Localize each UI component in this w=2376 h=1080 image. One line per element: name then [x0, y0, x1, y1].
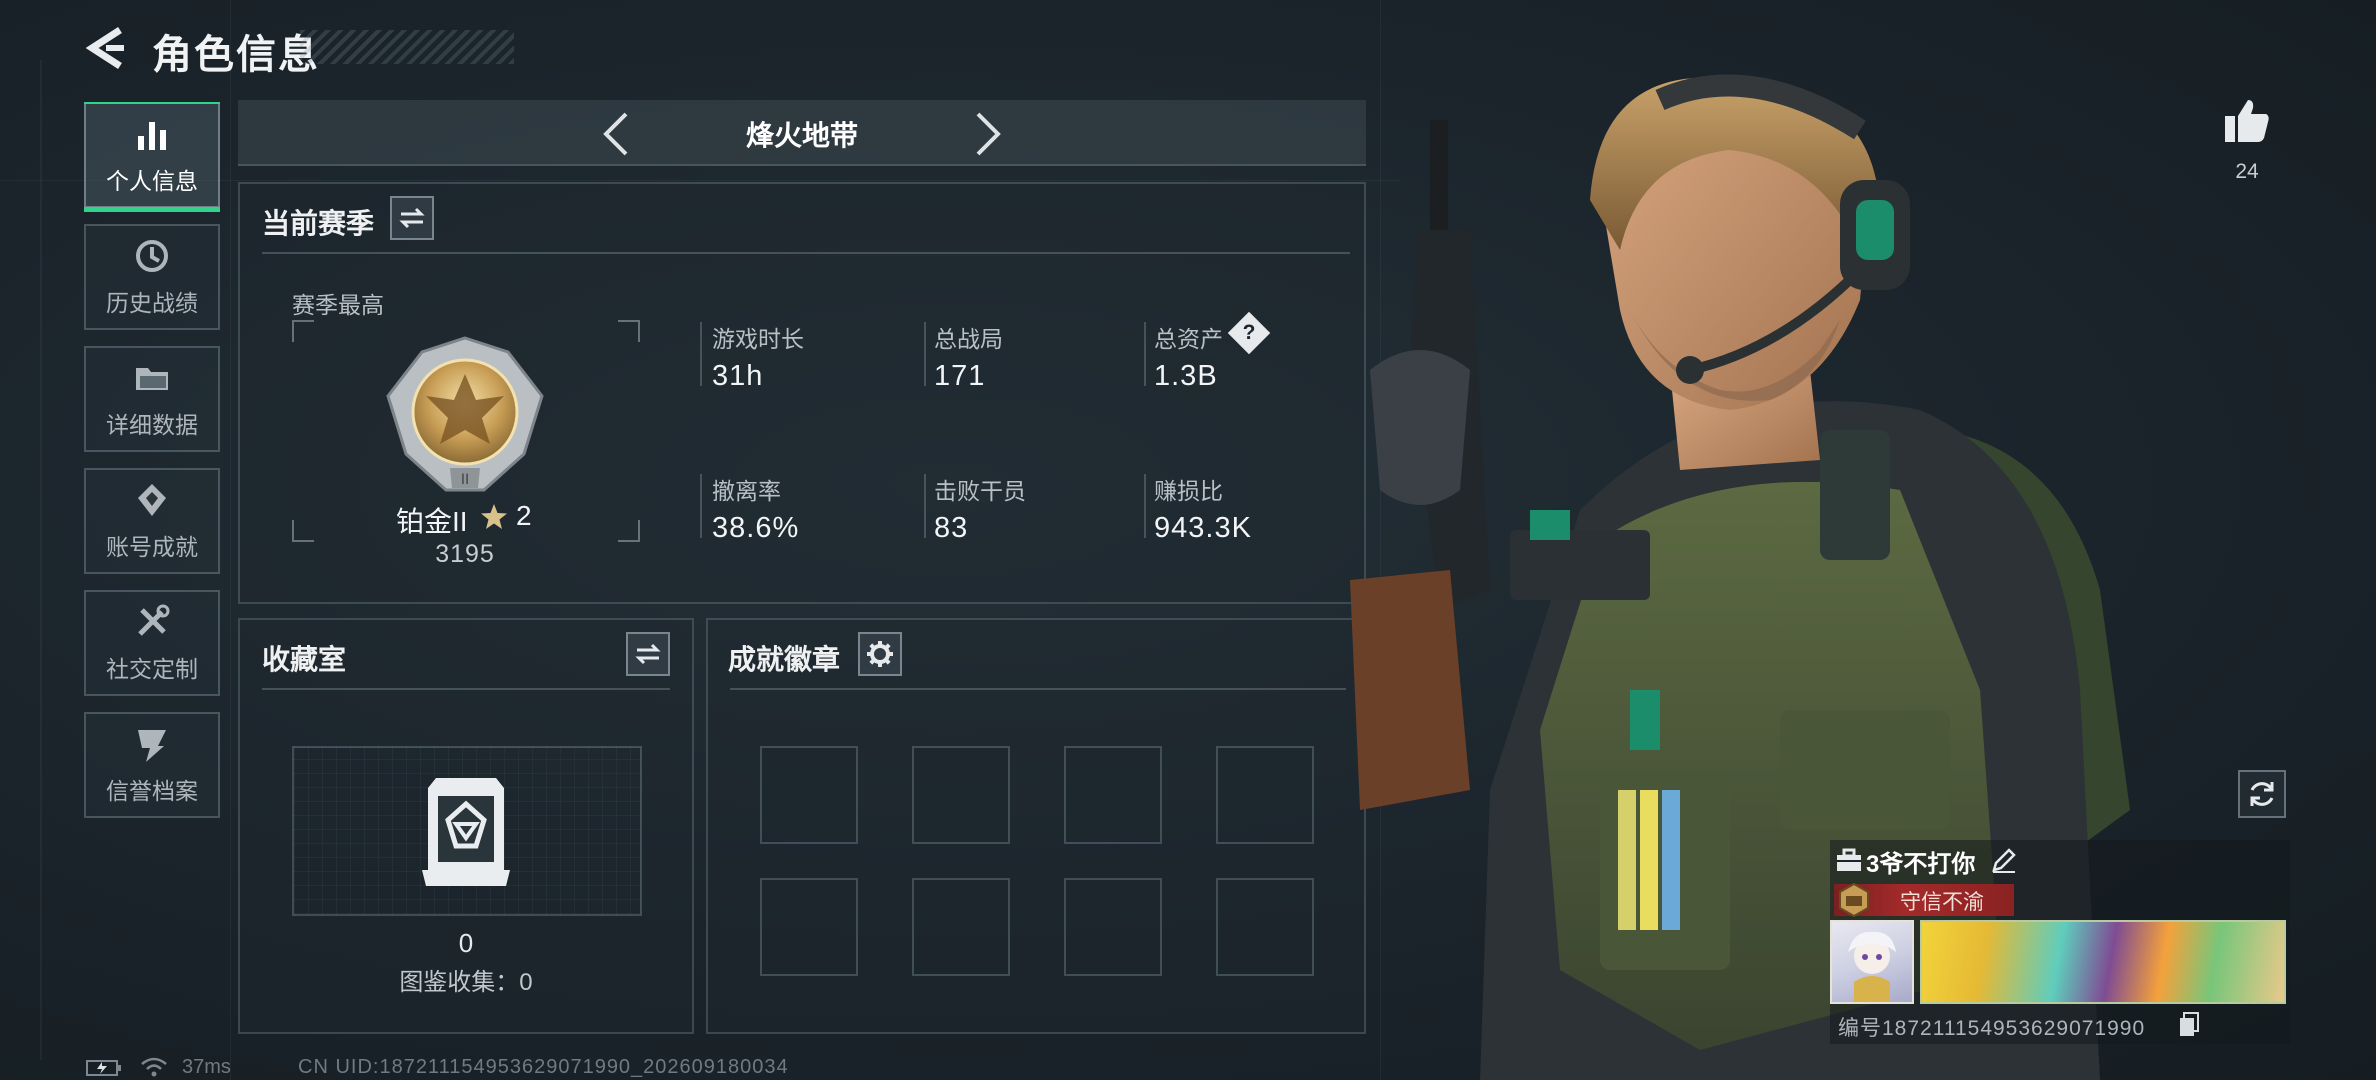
sidebar-item-history[interactable]: 历史战绩 — [84, 224, 220, 330]
season-heading: 当前赛季 — [262, 208, 375, 239]
swap-icon — [635, 643, 661, 665]
stat-divider — [1144, 322, 1146, 386]
badges-heading: 成就徽章 — [728, 644, 841, 675]
sidebar-item-label: 账号成就 — [106, 534, 198, 560]
chevron-right-icon[interactable] — [972, 110, 1006, 158]
collection-count: 0 — [458, 928, 474, 958]
season-switch-button[interactable] — [390, 196, 434, 240]
stat-value: 171 — [934, 360, 986, 392]
stat-label: 总资产 — [1154, 326, 1223, 352]
stat-label: 撤离率 — [712, 478, 781, 504]
rank-name: 铂金II — [396, 506, 468, 537]
stat-divider — [700, 322, 702, 386]
back-arrow-icon[interactable] — [86, 26, 126, 70]
sidebar-item-label: 历史战绩 — [106, 290, 198, 316]
ping-text: 37ms — [182, 1056, 231, 1078]
frame-corner — [618, 520, 640, 542]
star-icon — [481, 504, 507, 529]
stat-divider — [924, 322, 926, 386]
badge-slot[interactable] — [912, 878, 1010, 976]
rank-emblem-icon: II — [386, 336, 544, 492]
like-count: 24 — [2235, 160, 2259, 183]
copy-icon[interactable] — [2178, 1012, 2200, 1038]
stat-value: 31h — [712, 360, 764, 392]
player-name: 3爷不打你 — [1866, 851, 1976, 878]
honor-title-text: 守信不渝 — [1900, 891, 1984, 914]
help-icon-label: ? — [1242, 321, 1256, 344]
frame-corner — [292, 520, 314, 542]
sidebar-item-label: 社交定制 — [106, 656, 198, 682]
stat-label: 总战局 — [934, 326, 1003, 352]
honor-emblem-icon — [1839, 882, 1869, 918]
refresh-icon — [2250, 782, 2274, 806]
badge-slot[interactable] — [912, 746, 1010, 844]
edit-pencil-icon[interactable] — [1990, 846, 2018, 874]
history-clock-icon — [136, 240, 168, 272]
folder-icon — [136, 368, 168, 390]
stat-value: 83 — [934, 512, 969, 544]
collection-heading: 收藏室 — [262, 644, 347, 675]
badge-slot[interactable] — [1064, 746, 1162, 844]
avatar-character-icon — [1848, 931, 1896, 1002]
badge-slot[interactable] — [760, 878, 858, 976]
sidebar-item-achievements[interactable]: 账号成就 — [84, 468, 220, 574]
season-best-label: 赛季最高 — [292, 292, 384, 318]
stat-divider — [924, 474, 926, 538]
catalog-collection-text: 图鉴收集：0 — [399, 969, 533, 996]
stat-value: 38.6% — [712, 512, 800, 544]
sidebar-item-label: 信誉档案 — [106, 778, 198, 804]
battery-icon — [86, 1060, 121, 1076]
badge-slot[interactable] — [1064, 878, 1162, 976]
uid-text: CN UID:1872111549536290719​90_2026091800… — [298, 1056, 789, 1078]
page-title: 角色信息 — [152, 33, 320, 77]
credit-shield-icon — [138, 730, 166, 762]
rank-stars: 2 — [516, 500, 532, 531]
svg-text:II: II — [461, 472, 469, 488]
frame-corner — [292, 320, 314, 342]
frame-corner — [618, 320, 640, 342]
swap-icon — [399, 207, 425, 229]
collection-divider — [262, 688, 670, 690]
badges-divider — [730, 688, 1346, 690]
collection-switch-button[interactable] — [626, 632, 670, 676]
refresh-button[interactable] — [2238, 770, 2286, 818]
sidebar-item-label: 详细数据 — [106, 412, 198, 438]
avatar[interactable] — [1830, 920, 1914, 1004]
badge-slot[interactable] — [760, 746, 858, 844]
season-divider — [262, 252, 1350, 254]
sidebar-item-label: 个人信息 — [106, 168, 198, 194]
player-banner[interactable] — [1920, 920, 2286, 1004]
thumbs-up-icon[interactable] — [2222, 96, 2272, 146]
stat-value: 1.3B — [1154, 360, 1218, 392]
stat-label: 游戏时长 — [712, 326, 804, 352]
stat-divider — [1144, 474, 1146, 538]
stat-label: 赚损比 — [1154, 478, 1223, 504]
stat-divider — [700, 474, 702, 538]
wifi-icon — [141, 1057, 167, 1077]
sidebar-item-personal-info[interactable]: 个人信息 — [84, 102, 220, 212]
sidebar-item-social[interactable]: 社交定制 — [84, 590, 220, 696]
stat-value: 943.3K — [1154, 512, 1252, 544]
sidebar-item-credit[interactable]: 信誉档案 — [84, 712, 220, 818]
bar-chart-icon — [138, 122, 166, 150]
briefcase-icon — [1837, 848, 1861, 871]
rank-score: 3195 — [435, 540, 495, 568]
mode-title: 烽火地带 — [745, 120, 858, 151]
badges-settings-button[interactable] — [858, 632, 902, 676]
stat-label: 击败干员 — [934, 478, 1026, 504]
tools-icon — [138, 604, 170, 636]
sidebar-item-details[interactable]: 详细数据 — [84, 346, 220, 452]
player-id: 编号1872111549536290719​90 — [1838, 1017, 2146, 1040]
display-case-icon — [422, 778, 510, 886]
achievement-icon — [138, 484, 166, 516]
gear-icon — [867, 641, 893, 667]
title-decoration — [300, 30, 514, 64]
